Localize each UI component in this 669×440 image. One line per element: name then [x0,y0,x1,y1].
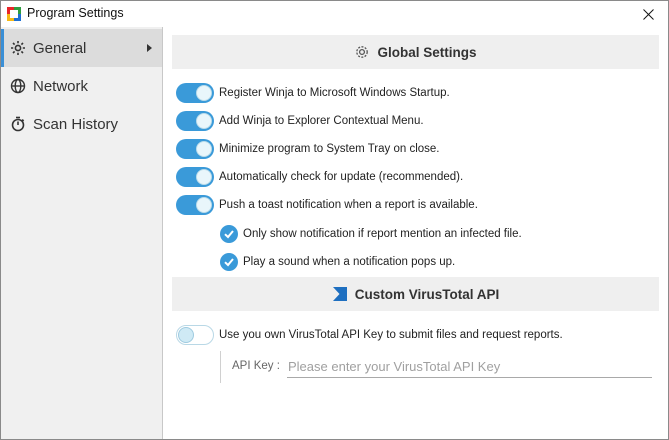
setting-label: Play a sound when a notification pops up… [243,256,456,268]
setting-row-context-menu: Add Winja to Explorer Contextual Menu. [176,110,424,132]
toggle-switch[interactable] [176,195,214,215]
toggle-switch[interactable] [176,325,214,345]
window-title: Program Settings [27,6,124,20]
setting-row-infected-only: Only show notification if report mention… [220,223,522,245]
toggle-switch[interactable] [176,111,214,131]
gear-icon [356,46,369,58]
setting-row-auto-update: Automatically check for update (recommen… [176,166,463,188]
setting-label: Only show notification if report mention… [243,228,522,240]
sidebar-item-label: General [33,39,87,57]
global-settings-header: Global Settings [172,35,659,69]
globe-icon [10,78,26,94]
toggle-knob [196,113,212,129]
checkbox[interactable] [220,253,238,271]
toggle-knob [178,327,194,343]
section-title: Global Settings [377,44,477,60]
divider [220,351,221,383]
sidebar-item-label: Scan History [33,115,119,133]
toggle-knob [196,85,212,101]
checkmark-icon [224,258,234,267]
setting-label: Minimize program to System Tray on close… [219,143,440,155]
sidebar-item-general[interactable]: General [1,29,162,67]
sidebar: General Network Scan History [1,27,163,439]
virustotal-header: Custom VirusTotal API [172,277,659,311]
virustotal-icon [332,287,347,301]
settings-panel: Global Settings Register Winja to Micros… [163,27,668,439]
checkmark-icon [224,230,234,239]
sidebar-item-scan-history[interactable]: Scan History [1,105,162,143]
stopwatch-icon [11,116,25,132]
section-title: Custom VirusTotal API [354,286,500,302]
program-settings-window: Program Settings General Network Scan Hi… [0,0,669,440]
setting-label: Use you own VirusTotal API Key to submit… [219,329,563,341]
checkbox[interactable] [220,225,238,243]
setting-label: Automatically check for update (recommen… [219,171,464,183]
toggle-switch[interactable] [176,83,214,103]
title-bar: Program Settings [1,1,668,27]
sidebar-item-label: Network [33,77,89,95]
sidebar-item-network[interactable]: Network [1,67,162,105]
close-button[interactable] [628,1,668,27]
toggle-switch[interactable] [176,167,214,187]
chevron-right-icon [147,44,152,52]
api-key-input[interactable] [287,356,652,378]
gear-icon [11,41,25,55]
setting-row-sound: Play a sound when a notification pops up… [220,251,455,273]
setting-row-tray: Minimize program to System Tray on close… [176,138,440,160]
toggle-switch[interactable] [176,139,214,159]
setting-row-startup: Register Winja to Microsoft Windows Star… [176,82,450,104]
setting-row-own-api-key: Use you own VirusTotal API Key to submit… [176,324,563,346]
setting-row-toast: Push a toast notification when a report … [176,194,478,216]
winja-logo-icon [7,7,21,21]
api-key-group: API Key : [220,351,652,383]
toggle-knob [196,141,212,157]
active-indicator [1,29,4,67]
setting-label: Push a toast notification when a report … [219,199,478,211]
api-key-label: API Key : [232,360,280,372]
close-icon [642,8,654,20]
setting-label: Register Winja to Microsoft Windows Star… [219,87,450,99]
toggle-knob [196,197,212,213]
setting-label: Add Winja to Explorer Contextual Menu. [219,115,424,127]
toggle-knob [196,169,212,185]
